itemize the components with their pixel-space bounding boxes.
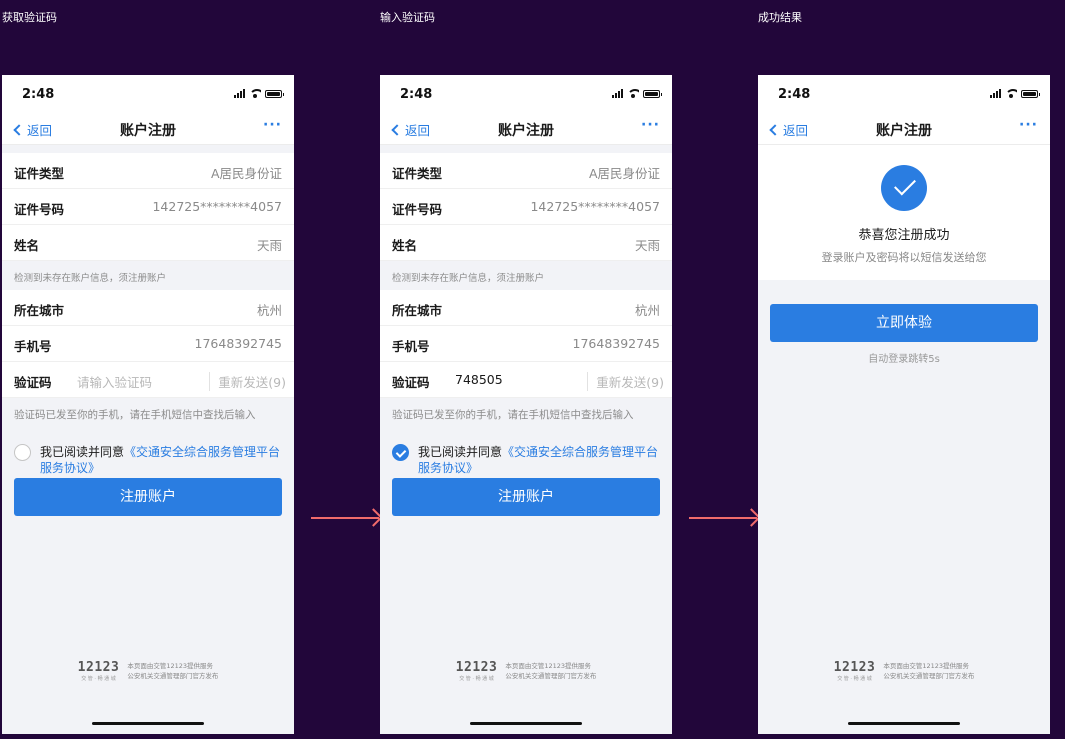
- register-button[interactable]: 注册账户: [392, 478, 660, 516]
- page-title: 账户注册: [876, 123, 932, 139]
- code-input[interactable]: 请输入验证码: [77, 372, 152, 391]
- status-bar: 2:48: [380, 75, 672, 113]
- page-title: 账户注册: [120, 123, 176, 139]
- signal-icon: [990, 89, 1001, 98]
- code-sent-hint: 验证码已发至你的手机，请在手机短信中查找后输入: [14, 409, 256, 421]
- phone-row: 手机号 17648392745: [380, 326, 672, 362]
- phone-screen-enter-code: 2:48 返回 账户注册 ··· 证件类型 A居民身份证 证件号码 142725…: [380, 75, 672, 734]
- footer: 12123 交 管 · 畅 通 城 本页面由交管12123提供服务 公安机关交通…: [455, 660, 597, 682]
- city-row[interactable]: 所在城市 杭州: [380, 290, 672, 326]
- agreement: 我已阅读并同意《交通安全综合服务管理平台服务协议》: [2, 432, 294, 478]
- step-title-3: 成功结果: [758, 11, 802, 24]
- wifi-icon: [1005, 89, 1017, 98]
- checkbox-icon[interactable]: [14, 444, 31, 461]
- battery-icon: [265, 90, 284, 98]
- flow-arrow-2: [689, 517, 757, 519]
- no-account-hint: 检测到未存在账户信息，须注册账户: [392, 273, 545, 284]
- name-row: 姓名 天雨: [2, 225, 294, 261]
- nav-bar: 返回 账户注册 ···: [380, 113, 672, 145]
- try-now-button[interactable]: 立即体验: [770, 304, 1038, 342]
- id-type-row[interactable]: 证件类型 A居民身份证: [380, 153, 672, 189]
- signal-icon: [612, 89, 623, 98]
- home-indicator: [470, 722, 582, 725]
- agreement: 我已阅读并同意《交通安全综合服务管理平台服务协议》: [380, 432, 672, 478]
- step-title-1: 获取验证码: [2, 11, 57, 24]
- code-row: 验证码 748505 重新发送(9): [380, 362, 672, 398]
- phone-screen-success: 2:48 返回 账户注册 ··· 恭喜您注册成功 登录账户及密码将以短信发送给您…: [758, 75, 1050, 734]
- status-time: 2:48: [22, 87, 55, 102]
- battery-icon: [643, 90, 662, 98]
- success-subtitle: 登录账户及密码将以短信发送给您: [821, 251, 987, 264]
- more-icon[interactable]: ···: [1019, 117, 1038, 133]
- id-number-row: 证件号码 142725********4057: [380, 189, 672, 225]
- step-title-2: 输入验证码: [380, 11, 435, 24]
- id-number-row: 证件号码 142725********4057: [2, 189, 294, 225]
- nav-bar: 返回 账户注册 ···: [2, 113, 294, 145]
- home-indicator: [92, 722, 204, 725]
- battery-icon: [1021, 90, 1040, 98]
- id-type-row[interactable]: 证件类型 A居民身份证: [2, 153, 294, 189]
- logo-12123: 12123 交 管 · 畅 通 城: [833, 660, 876, 682]
- code-sent-hint: 验证码已发至你的手机，请在手机短信中查找后输入: [392, 409, 634, 421]
- status-bar: 2:48: [758, 75, 1050, 113]
- status-bar: 2:48: [2, 75, 294, 113]
- page-title: 账户注册: [498, 123, 554, 139]
- success-title: 恭喜您注册成功: [858, 228, 950, 243]
- footer: 12123 交 管 · 畅 通 城 本页面由交管12123提供服务 公安机关交通…: [833, 660, 975, 682]
- resend-button[interactable]: 重新发送(9): [587, 372, 664, 391]
- home-indicator: [848, 722, 960, 725]
- signal-icon: [234, 89, 245, 98]
- success-panel: 恭喜您注册成功 登录账户及密码将以短信发送给您: [758, 145, 1050, 280]
- wifi-icon: [249, 89, 261, 98]
- success-check-icon: [881, 165, 927, 211]
- flow-arrow-1: [311, 517, 379, 519]
- phone-screen-get-code: 2:48 返回 账户注册 ··· 证件类型 A居民身份证 证件号码 142725…: [2, 75, 294, 734]
- status-time: 2:48: [778, 87, 811, 102]
- no-account-hint: 检测到未存在账户信息，须注册账户: [14, 273, 167, 284]
- checkbox-icon[interactable]: [392, 444, 409, 461]
- city-row[interactable]: 所在城市 杭州: [2, 290, 294, 326]
- code-row: 验证码 请输入验证码 重新发送(9): [2, 362, 294, 398]
- code-input[interactable]: 748505: [455, 372, 503, 387]
- more-icon[interactable]: ···: [263, 117, 282, 133]
- footer: 12123 交 管 · 畅 通 城 本页面由交管12123提供服务 公安机关交通…: [77, 660, 219, 682]
- logo-12123: 12123 交 管 · 畅 通 城: [455, 660, 498, 682]
- resend-button[interactable]: 重新发送(9): [209, 372, 286, 391]
- nav-bar: 返回 账户注册 ···: [758, 113, 1050, 145]
- auto-login-hint: 自动登录跳转5s: [868, 354, 940, 365]
- wifi-icon: [627, 89, 639, 98]
- more-icon[interactable]: ···: [641, 117, 660, 133]
- name-row: 姓名 天雨: [380, 225, 672, 261]
- phone-row: 手机号 17648392745: [2, 326, 294, 362]
- register-button[interactable]: 注册账户: [14, 478, 282, 516]
- status-time: 2:48: [400, 87, 433, 102]
- logo-12123: 12123 交 管 · 畅 通 城: [77, 660, 120, 682]
